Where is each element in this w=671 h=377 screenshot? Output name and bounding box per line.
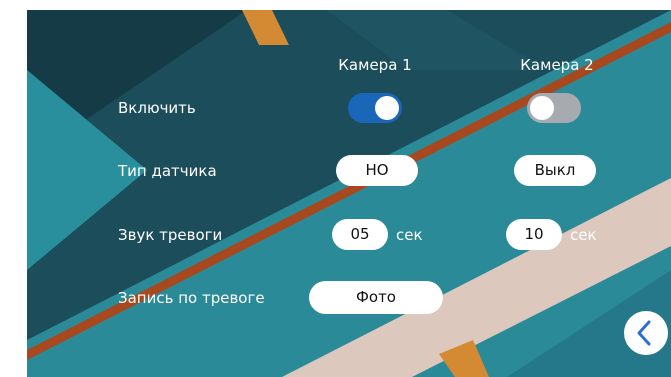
alarm-record-mode-button[interactable]: Фото: [309, 281, 443, 314]
camera1-sensor-type-button[interactable]: НО: [336, 155, 418, 186]
alarm-record-label: Запись по тревоге: [118, 289, 265, 307]
camera2-enable-toggle[interactable]: [527, 93, 581, 123]
camera1-alarm-duration-field[interactable]: 05: [332, 219, 388, 250]
settings-screen: Камера 1 Камера 2 Включить Тип датчика Н…: [27, 10, 671, 377]
camera1-alarm-unit: сек: [396, 226, 423, 244]
back-button[interactable]: [624, 311, 668, 355]
toggle-knob: [375, 96, 399, 120]
camera2-sensor-type-button[interactable]: Выкл: [514, 155, 596, 186]
camera2-alarm-duration-field[interactable]: 10: [506, 219, 562, 250]
camera1-enable-toggle[interactable]: [348, 93, 402, 123]
camera1-column-header: Камера 1: [338, 56, 412, 74]
camera2-column-header: Камера 2: [520, 56, 594, 74]
toggle-knob: [530, 96, 554, 120]
chevron-left-icon: [637, 320, 651, 346]
camera2-alarm-unit: сек: [570, 226, 597, 244]
enable-label: Включить: [118, 99, 196, 117]
alarm-sound-label: Звук тревоги: [118, 226, 223, 244]
sensor-type-label: Тип датчика: [118, 162, 217, 180]
